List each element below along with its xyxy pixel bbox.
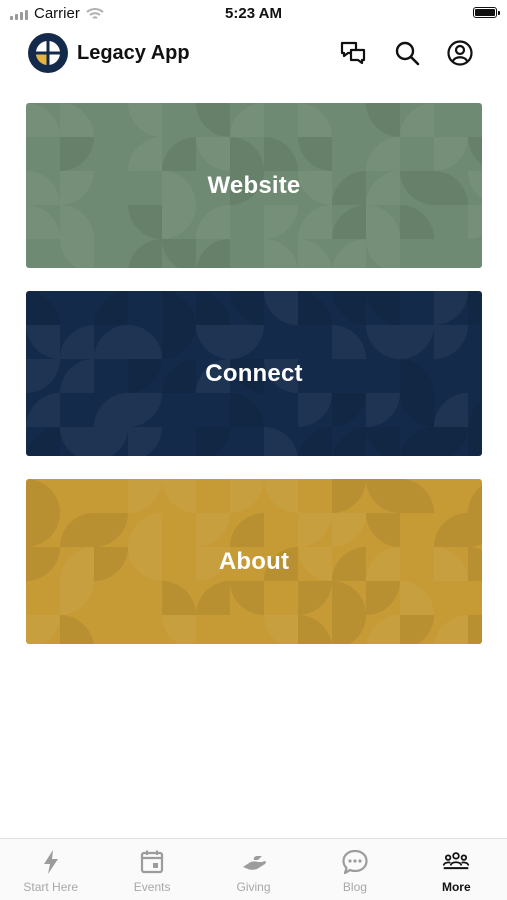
connect-tile[interactable]: Connect	[26, 291, 482, 456]
battery-icon	[473, 7, 500, 18]
chat-bubble-icon	[342, 849, 368, 875]
tab-start-here[interactable]: Start Here	[0, 839, 101, 900]
tab-blog[interactable]: Blog	[304, 839, 405, 900]
messages-icon[interactable]	[339, 39, 367, 67]
tab-bar: Start Here Events Giving Blog More	[0, 838, 507, 900]
bolt-icon	[43, 850, 58, 874]
tab-label: Start Here	[23, 880, 79, 894]
status-time: 5:23 AM	[225, 5, 282, 22]
tab-events[interactable]: Events	[101, 839, 202, 900]
tab-label: Events	[133, 880, 171, 894]
connect-tile-label: Connect	[205, 359, 303, 387]
giving-hand-icon	[242, 856, 266, 870]
app-title: Legacy App	[77, 42, 190, 64]
about-tile[interactable]: About	[26, 479, 482, 644]
tab-more[interactable]: More	[406, 839, 507, 900]
people-icon	[443, 852, 470, 870]
website-tile[interactable]: Website	[26, 103, 482, 268]
tab-label: Blog	[342, 880, 367, 894]
calendar-icon	[141, 850, 164, 874]
about-tile-label: About	[218, 547, 290, 575]
search-icon[interactable]	[393, 39, 421, 67]
profile-icon[interactable]	[446, 39, 474, 67]
tab-giving[interactable]: Giving	[203, 839, 304, 900]
tab-label: Giving	[236, 880, 271, 894]
app-header: Legacy App	[0, 28, 507, 78]
app-logo-icon	[28, 33, 68, 73]
tab-label: More	[441, 880, 471, 894]
website-tile-label: Website	[207, 171, 301, 199]
status-bar: Carrier 5:23 AM	[0, 0, 507, 28]
